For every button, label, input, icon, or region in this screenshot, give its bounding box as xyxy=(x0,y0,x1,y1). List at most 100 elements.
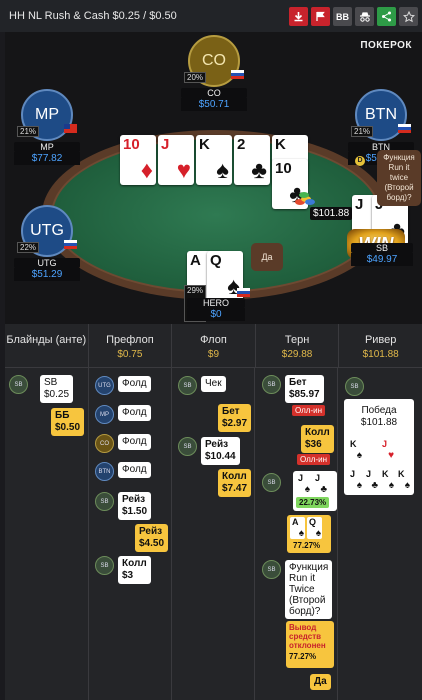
spade-icon: ♠ xyxy=(216,157,229,184)
seat-stack: $77.82 xyxy=(14,152,80,165)
taiwan-flag-icon xyxy=(64,124,77,133)
equity-badge: 77.27% xyxy=(289,652,317,661)
star-icon[interactable] xyxy=(399,7,418,26)
card-rank: K xyxy=(382,469,389,479)
equity-badge: 22.73% xyxy=(296,497,330,508)
sb-showdown-cards: J ♠ J ♣ 22.73% xyxy=(293,471,337,511)
street-name: Блайнды (анте) xyxy=(6,334,87,346)
action-sb-question: SB Функция Run it Twice (Второй борд)? xyxy=(262,560,333,619)
seat-name: UTG xyxy=(14,258,80,268)
seat-co[interactable]: CO 20% CO $50.71 xyxy=(181,35,247,111)
street-name: Флоп xyxy=(200,334,227,346)
player-chip: SB xyxy=(95,556,114,575)
avatar: CO 20% xyxy=(184,35,244,87)
share-icon[interactable] xyxy=(377,7,396,26)
download-icon[interactable] xyxy=(289,7,308,26)
action-label: Функция Run it Twice (Второй борд)? xyxy=(285,560,333,619)
club-icon: ♣ xyxy=(371,480,378,491)
spade-icon: ♠ xyxy=(298,528,304,539)
player-chip: SB xyxy=(178,437,197,456)
seat-mp[interactable]: MP 21% MP $77.82 xyxy=(14,89,80,165)
russia-flag-icon xyxy=(64,240,77,249)
board-card: 2 ♣ xyxy=(234,135,270,185)
withdraw-declined-label: Вывод средств отклонен xyxy=(289,623,326,650)
mini-card: K ♠ xyxy=(348,439,363,461)
board-card: 10 ♦ xyxy=(120,135,156,185)
street-pot: $9 xyxy=(207,349,220,360)
avatar-label: CO xyxy=(202,52,226,69)
card-rank: K xyxy=(275,136,286,153)
poker-table-view: ПОКЕРОК CO 20% CO $50.71 MP 21% MP $77.8… xyxy=(5,32,422,324)
street-name: Префлоп xyxy=(106,334,154,346)
card-rank: K xyxy=(199,136,210,153)
card-rank: 10 xyxy=(275,160,292,177)
action-sb-call: SB Колл $3 xyxy=(95,556,151,584)
seat-utg[interactable]: UTG 22% UTG $51.29 xyxy=(14,205,80,281)
action-label: Рейз $10.44 xyxy=(201,437,240,465)
street-header-blinds: Блайнды (анте) xyxy=(5,324,89,367)
mini-card: J ♥ xyxy=(380,439,395,461)
card-rank: A xyxy=(292,517,299,527)
action-label: Фолд xyxy=(118,434,151,450)
spade-icon: ♠ xyxy=(304,484,310,495)
spade-icon: ♠ xyxy=(356,480,362,491)
seat-stack: $50.71 xyxy=(181,98,247,111)
flag-icon[interactable] xyxy=(311,7,330,26)
mini-card: J ♠ xyxy=(296,473,311,495)
vpip-badge: 21% xyxy=(17,126,40,137)
seat-sb[interactable]: SB $49.97 xyxy=(351,242,413,266)
action-label: Колл $36 xyxy=(301,425,334,453)
action-bb-bet: Бет $2.97 xyxy=(214,404,252,432)
title-bar: HH NL Rush & Cash $0.25 / $0.50 BB xyxy=(0,0,422,32)
avatar-label: MP xyxy=(35,106,59,123)
mini-card: J ♠ xyxy=(348,469,363,491)
russia-flag-icon xyxy=(237,288,250,297)
card-rank: J xyxy=(161,136,170,153)
incognito-icon[interactable] xyxy=(355,7,374,26)
river-sb: SB xyxy=(345,377,364,396)
player-chip: SB xyxy=(345,377,364,396)
player-chip: BTN xyxy=(95,462,114,481)
club-icon: ♣ xyxy=(251,157,267,184)
seat-name: HERO xyxy=(187,298,245,308)
avatar: BTN 21% xyxy=(351,89,411,141)
action-label: Фолд xyxy=(118,405,151,421)
brand-logo: ПОКЕРОК xyxy=(360,40,412,51)
card-rank: J xyxy=(355,196,364,213)
allin-badge: Олл-ин xyxy=(297,454,331,465)
avatar-label: UTG xyxy=(30,222,64,239)
player-chip: SB xyxy=(262,375,281,394)
card-rank: J xyxy=(298,473,304,483)
card-rank: Q xyxy=(309,517,317,527)
action-label: Рейз $4.50 xyxy=(135,524,169,552)
sb-chat-bubble: Функция Run it twice (Второй борд)? xyxy=(377,150,421,206)
mini-card: K ♠ xyxy=(396,469,411,491)
heart-icon: ♥ xyxy=(388,450,394,461)
card-rank: K xyxy=(350,439,357,449)
russia-flag-icon xyxy=(231,70,244,79)
showdown-sb: SB xyxy=(262,473,281,492)
action-sb-blind: SB SB $0.25 xyxy=(9,375,74,403)
win-summary-box: Победа $101.88 K ♠ J ♥ J ♠ J ♣ K ♠ K ♠ xyxy=(344,399,414,495)
vpip-badge: 21% xyxy=(351,126,374,137)
window-title: HH NL Rush & Cash $0.25 / $0.50 xyxy=(9,10,177,22)
action-sb-raise: SB Рейз $10.44 xyxy=(178,437,240,465)
card-rank: J xyxy=(382,439,388,449)
seat-stack: $51.29 xyxy=(14,268,80,281)
card-rank: J xyxy=(315,473,321,483)
action-label: Рейз $1.50 xyxy=(118,492,152,520)
avatar: MP 21% xyxy=(17,89,77,141)
street-pot: $0.75 xyxy=(117,349,143,360)
action-sb-check: SB Чек xyxy=(178,376,226,395)
card-rank: J xyxy=(366,469,372,479)
street-pot: $29.88 xyxy=(281,349,313,360)
player-chip: SB xyxy=(262,473,281,492)
action-label: Бет $2.97 xyxy=(218,404,252,432)
seat-hero[interactable]: HERO $0 xyxy=(187,297,245,321)
big-blinds-button[interactable]: BB xyxy=(333,7,352,26)
street-headers: Блайнды (анте) Префлоп $0.75 Флоп $9 Терн $… xyxy=(5,324,422,368)
action-label: Бет $85.97 xyxy=(285,375,324,403)
player-chip: UTG xyxy=(95,376,114,395)
mini-card: A ♠ xyxy=(290,517,305,539)
action-label: Колл $7.47 xyxy=(218,469,252,497)
